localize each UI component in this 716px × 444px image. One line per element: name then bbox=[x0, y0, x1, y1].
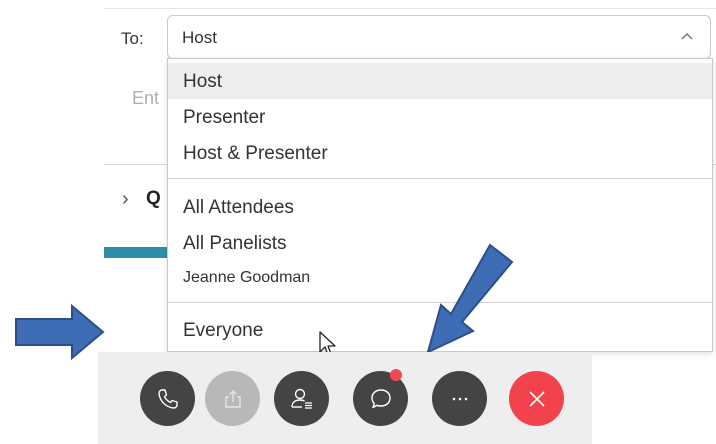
share-icon bbox=[224, 389, 241, 408]
dropdown-item-label: Host bbox=[183, 71, 223, 92]
panel-top-border bbox=[104, 8, 716, 9]
dropdown-item-all-attendees[interactable]: All Attendees bbox=[168, 189, 712, 225]
chevron-right-icon[interactable]: › bbox=[122, 188, 129, 211]
participants-button[interactable] bbox=[274, 371, 329, 426]
chevron-up-icon bbox=[681, 32, 693, 40]
audio-button[interactable] bbox=[140, 371, 195, 426]
dropdown-item-host[interactable]: Host bbox=[168, 63, 712, 99]
chat-button[interactable] bbox=[353, 369, 408, 426]
ellipsis-icon bbox=[452, 397, 467, 400]
dropdown-item-label: All Attendees bbox=[183, 197, 294, 218]
dropdown-item-label: Host & Presenter bbox=[183, 143, 328, 164]
dropdown-item-label: Everyone bbox=[183, 320, 264, 341]
leave-meeting-button[interactable] bbox=[509, 371, 564, 426]
share-button[interactable] bbox=[205, 371, 260, 426]
participants-icon bbox=[290, 388, 312, 409]
dropdown-item-presenter[interactable]: Presenter bbox=[168, 99, 712, 135]
notification-dot bbox=[390, 369, 402, 381]
annotation-arrow-down-icon bbox=[426, 243, 514, 354]
panel-accent-bar bbox=[104, 247, 168, 258]
meeting-toolbar bbox=[98, 352, 592, 444]
dropdown-item-label: Presenter bbox=[183, 107, 266, 128]
to-label: To: bbox=[121, 29, 144, 48]
recipient-select-value: Host bbox=[182, 28, 217, 47]
recipient-select[interactable]: Host bbox=[167, 15, 711, 59]
dropdown-separator bbox=[168, 178, 712, 179]
annotation-arrow-right-icon bbox=[15, 303, 105, 361]
dropdown-item-label: All Panelists bbox=[183, 233, 287, 254]
chat-bubble-icon bbox=[370, 388, 391, 408]
dropdown-item-host-presenter[interactable]: Host & Presenter bbox=[168, 135, 712, 171]
message-input[interactable]: Ent bbox=[132, 88, 159, 109]
qa-section-label[interactable]: Q bbox=[146, 188, 161, 210]
close-icon bbox=[528, 390, 545, 407]
phone-icon bbox=[157, 388, 178, 409]
more-options-button[interactable] bbox=[432, 371, 487, 426]
dropdown-item-label: Jeanne Goodman bbox=[183, 269, 311, 286]
